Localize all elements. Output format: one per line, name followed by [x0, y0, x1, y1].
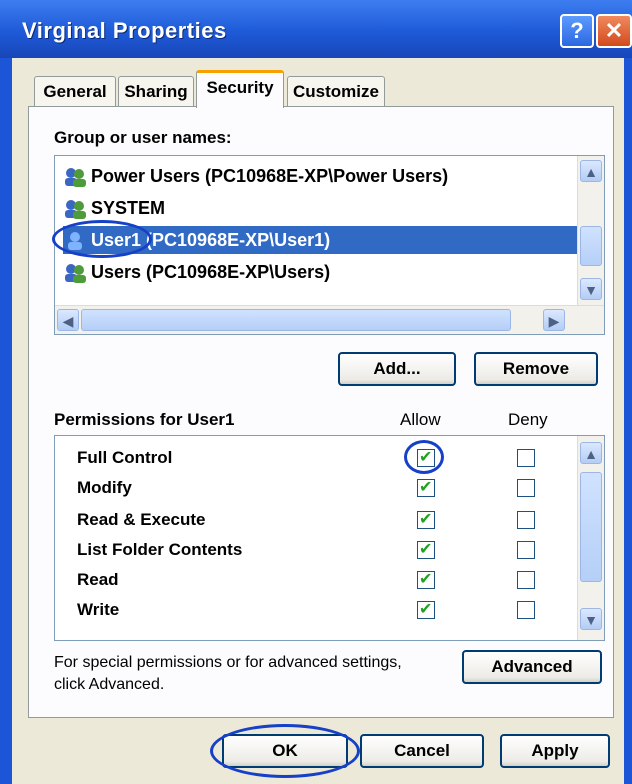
allow-checkbox[interactable] [417, 477, 435, 497]
vertical-scrollbar[interactable]: ▲ ▼ [577, 436, 604, 640]
question-icon: ? [570, 18, 584, 43]
chevron-up-icon: ▲ [584, 164, 598, 180]
scroll-thumb[interactable] [580, 226, 602, 266]
list-item[interactable]: Users (PC10968E-XP\Users) [63, 258, 577, 286]
allow-checkbox[interactable] [417, 447, 435, 467]
list-item[interactable]: Power Users (PC10968E-XP\Power Users) [63, 162, 577, 190]
allow-checkbox[interactable] [417, 539, 435, 559]
user-group-icon [65, 264, 86, 284]
list-item-label: Power Users (PC10968E-XP\Power Users) [91, 166, 449, 186]
user-group-icon [65, 168, 86, 188]
chevron-right-icon: ▶ [548, 313, 560, 329]
window-title: Virginal Properties [22, 18, 227, 43]
allow-checkbox[interactable] [417, 569, 435, 589]
list-item-label: Users (PC10968E-XP\Users) [91, 262, 331, 282]
advanced-note-line1: For special permissions or for advanced … [54, 654, 402, 671]
vertical-scrollbar[interactable]: ▲ ▼ [577, 156, 604, 306]
permission-name: Write [77, 600, 120, 619]
help-button[interactable]: ? [560, 14, 594, 48]
list-item-label: SYSTEM [91, 198, 166, 218]
chevron-down-icon: ▼ [584, 612, 598, 628]
title-bar[interactable]: Virginal Properties ? ✕ [0, 0, 632, 58]
deny-column-header: Deny [508, 410, 548, 429]
group-user-listbox[interactable]: Power Users (PC10968E-XP\Power Users) SY… [54, 155, 605, 335]
user-group-icon [65, 200, 86, 220]
remove-button[interactable]: Remove [474, 352, 598, 386]
window-frame-left [0, 58, 12, 784]
deny-checkbox[interactable] [517, 479, 535, 497]
close-icon: ✕ [604, 18, 624, 43]
allow-checkbox[interactable] [417, 509, 435, 529]
tab-customize[interactable]: Customize [287, 76, 385, 106]
permission-name: Modify [77, 478, 132, 497]
group-names-label: Group or user names: [54, 128, 232, 147]
list-item[interactable]: SYSTEM [63, 194, 577, 222]
window-frame-right [624, 58, 632, 784]
properties-window: Virginal Properties ? ✕ General Sharing … [0, 0, 632, 784]
advanced-note-line2: click Advanced. [54, 676, 165, 693]
scroll-down-button[interactable]: ▼ [580, 278, 602, 300]
permission-name: List Folder Contents [77, 540, 243, 559]
scroll-thumb[interactable] [81, 309, 511, 331]
chevron-left-icon: ◀ [62, 313, 74, 329]
deny-checkbox[interactable] [517, 601, 535, 619]
ok-button[interactable]: OK [222, 734, 348, 768]
add-button[interactable]: Add... [338, 352, 456, 386]
permission-name: Read & Execute [77, 510, 206, 529]
permissions-list: Full Control Modify Read & Execute List … [54, 435, 605, 641]
deny-checkbox[interactable] [517, 449, 535, 467]
tab-general[interactable]: General [34, 76, 116, 106]
scroll-up-button[interactable]: ▲ [580, 442, 602, 464]
scroll-left-button[interactable]: ◀ [57, 309, 79, 331]
chevron-up-icon: ▲ [584, 446, 598, 462]
close-button[interactable]: ✕ [596, 14, 632, 48]
allow-checkbox[interactable] [417, 599, 435, 619]
scroll-thumb[interactable] [580, 472, 602, 582]
scroll-right-button[interactable]: ▶ [543, 309, 565, 331]
horizontal-scrollbar[interactable]: ◀ ▶ [55, 305, 604, 334]
allow-column-header: Allow [400, 410, 441, 429]
scroll-up-button[interactable]: ▲ [580, 160, 602, 182]
chevron-down-icon: ▼ [584, 282, 598, 298]
deny-checkbox[interactable] [517, 541, 535, 559]
deny-checkbox[interactable] [517, 571, 535, 589]
list-item-selected[interactable]: User1 (PC10968E-XP\User1) [63, 226, 577, 254]
apply-button[interactable]: Apply [500, 734, 610, 768]
permission-name: Full Control [77, 448, 173, 467]
deny-checkbox[interactable] [517, 511, 535, 529]
scroll-down-button[interactable]: ▼ [580, 608, 602, 630]
cancel-button[interactable]: Cancel [360, 734, 484, 768]
permissions-label: Permissions for User1 [54, 410, 235, 429]
permission-name: Read [77, 570, 119, 589]
tab-security[interactable]: Security [196, 70, 284, 108]
tab-sharing[interactable]: Sharing [118, 76, 194, 106]
list-item-label: User1 (PC10968E-XP\User1) [91, 230, 331, 250]
user-icon [68, 232, 82, 251]
advanced-button[interactable]: Advanced [462, 650, 602, 684]
